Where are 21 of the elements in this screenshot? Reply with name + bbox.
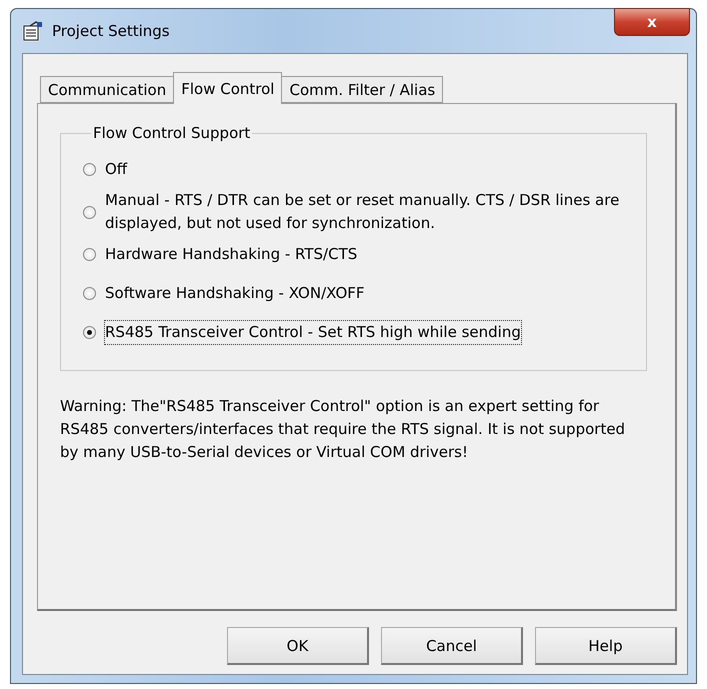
settings-dialog-icon — [22, 20, 44, 42]
dialog-button[interactable]: Cancel — [381, 627, 523, 665]
tab[interactable]: Flow Control — [173, 72, 282, 104]
tab[interactable]: Comm. Filter / Alias — [281, 76, 444, 103]
close-button[interactable]: x — [614, 8, 690, 36]
radio-label[interactable]: RS485 Transceiver Control - Set RTS high while sending — [105, 321, 521, 344]
radio-button[interactable] — [83, 287, 96, 300]
radio-button[interactable] — [83, 248, 96, 261]
warning-text: Warning: The"RS485 Transceiver Control" option is an expert setting for RS485 converters/interfaces that require the RTS signal. It is not supported by many USB-to-Serial devices or Virtual COM drivers! — [60, 396, 626, 463]
tab[interactable]: Communication — [40, 76, 174, 103]
radio-button[interactable] — [83, 163, 96, 176]
radio-button[interactable] — [83, 206, 96, 218]
radio-label[interactable]: Manual - RTS / DTR can be set or reset manually. CTS / DSR lines are displayed, but not used for synchronization. — [105, 189, 635, 235]
window-title: Project Settings — [52, 22, 170, 40]
dialog-button[interactable]: OK — [227, 627, 369, 665]
radio-label[interactable]: Off — [105, 158, 128, 181]
radio-label[interactable]: Software Handshaking - XON/XOFF — [105, 282, 365, 305]
radio-button[interactable] — [83, 326, 96, 339]
dialog-button[interactable]: Help — [535, 627, 677, 665]
radio-label[interactable]: Hardware Handshaking - RTS/CTS — [105, 243, 358, 266]
group-title: Flow Control Support — [92, 124, 252, 142]
